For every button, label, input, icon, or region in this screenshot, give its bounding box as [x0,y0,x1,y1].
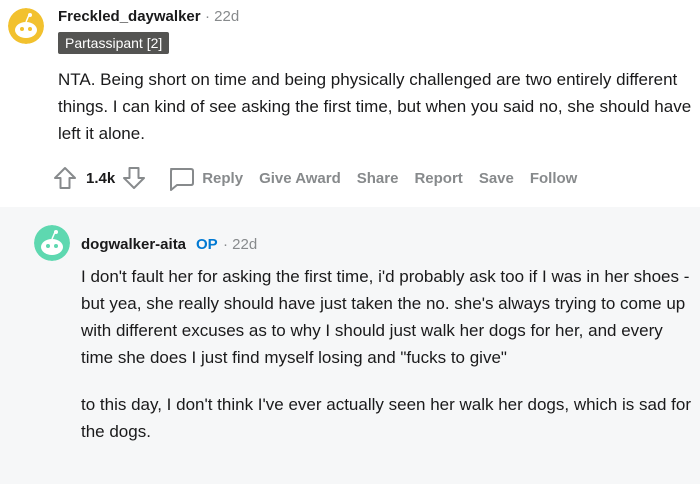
comment-body: NTA. Being short on time and being physi… [58,66,698,147]
comment-freckled-daywalker: Freckled_daywalker · 22d Partassipant [2… [0,0,700,207]
comment-body: I don't fault her for asking the first t… [81,263,693,445]
user-flair: Partassipant [2] [58,32,170,54]
reply-button[interactable]: Reply [167,165,243,191]
comment-timestamp[interactable]: · 22d [205,8,239,25]
op-badge: OP [196,236,218,253]
reply-label: Reply [202,169,244,187]
report-button[interactable]: Report [414,170,462,187]
separator-dot: · [205,8,215,25]
user-avatar[interactable] [34,225,70,261]
comment-paragraph: I don't fault her for asking the first t… [81,267,690,367]
comment-icon [167,165,195,191]
share-button[interactable]: Share [357,170,399,187]
comment-paragraph: NTA. Being short on time and being physi… [58,70,692,143]
give-award-button[interactable]: Give Award [259,170,341,187]
comment-actions: 1.4k Reply Give Award Share Report Save … [50,162,577,194]
username[interactable]: dogwalker-aita [81,236,186,253]
separator-dot: · [223,236,233,253]
username[interactable]: Freckled_daywalker [58,8,201,25]
user-avatar[interactable] [8,8,44,44]
vote-count: 1.4k [86,169,116,187]
comment-timestamp[interactable]: · 22d [223,236,257,253]
save-button[interactable]: Save [479,170,514,187]
upvote-icon[interactable] [50,163,80,193]
downvote-icon[interactable] [119,163,149,193]
time-label: 22d [214,8,240,25]
comment-dogwalker-aita: dogwalker-aita OP · 22d I don't fault he… [0,207,700,484]
comment-paragraph: to this day, I don't think I've ever act… [81,395,691,441]
time-label: 22d [232,236,258,253]
follow-button[interactable]: Follow [530,170,578,187]
